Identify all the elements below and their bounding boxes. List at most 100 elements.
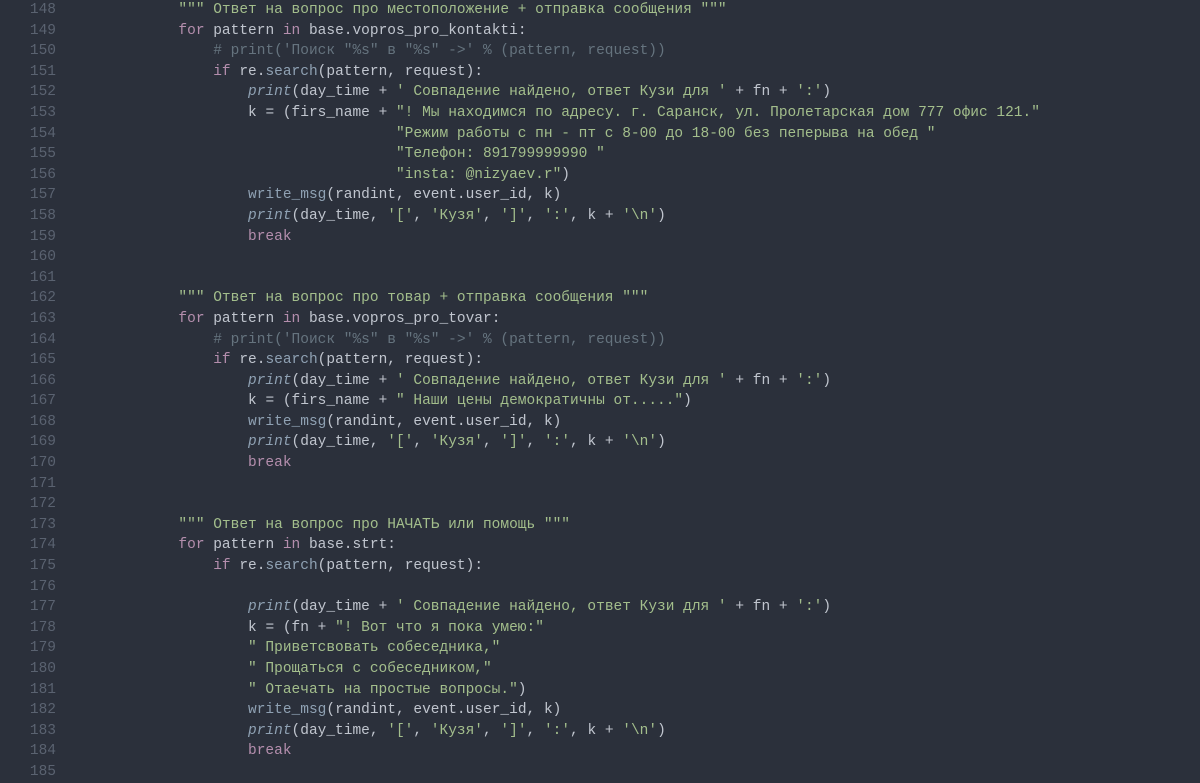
token-pun: ( (326, 187, 335, 203)
code-line[interactable]: k = (firs_name + " Наши цены демократичн… (74, 391, 1200, 412)
token-id: k (248, 393, 257, 409)
token-pun (74, 434, 248, 450)
token-str: 'Кузя' (431, 208, 483, 224)
token-pun: ( (292, 723, 301, 739)
code-line[interactable] (74, 247, 1200, 268)
token-op: + (779, 84, 788, 100)
code-line[interactable] (74, 494, 1200, 515)
token-id: k (587, 434, 596, 450)
token-pun (74, 2, 178, 18)
token-pun: ) (553, 414, 562, 430)
line-number: 169 (0, 432, 56, 453)
code-line[interactable]: " Приветсвовать собеседника," (74, 638, 1200, 659)
code-line[interactable]: for pattern in base.strt: (74, 535, 1200, 556)
code-line[interactable]: if re.search(pattern, request): (74, 62, 1200, 83)
token-pun (387, 84, 396, 100)
token-op: + (779, 373, 788, 389)
code-line[interactable]: for pattern in base.vopros_pro_tovar: (74, 309, 1200, 330)
token-pun (387, 393, 396, 409)
code-editor[interactable]: 1481491501511521531541551561571581591601… (0, 0, 1200, 783)
token-id: request (405, 352, 466, 368)
token-pun: , (527, 723, 544, 739)
code-line[interactable]: break (74, 227, 1200, 248)
token-op: = (265, 620, 274, 636)
token-fn-it: print (248, 599, 292, 615)
code-line[interactable]: if re.search(pattern, request): (74, 556, 1200, 577)
token-com: # print('Поиск "%s" в "%s" ->' % (patter… (213, 332, 665, 348)
code-line[interactable] (74, 474, 1200, 495)
code-line[interactable]: k = (firs_name + "! Мы находимся по адре… (74, 103, 1200, 124)
token-pun: ( (292, 599, 301, 615)
code-line[interactable]: " Прощаться с собеседником," (74, 659, 1200, 680)
token-pun (387, 373, 396, 389)
token-kw: in (283, 23, 300, 39)
code-area[interactable]: """ Ответ на вопрос про местоположение +… (74, 0, 1200, 783)
code-line[interactable] (74, 577, 1200, 598)
code-line[interactable]: if re.search(pattern, request): (74, 350, 1200, 371)
token-id: k (248, 105, 257, 121)
code-line[interactable]: break (74, 741, 1200, 762)
code-line[interactable]: write_msg(randint, event.user_id, k) (74, 185, 1200, 206)
line-number: 161 (0, 268, 56, 289)
code-line[interactable]: print(day_time, '[', 'Кузя', ']', ':', k… (74, 206, 1200, 227)
token-id: base (309, 311, 344, 327)
token-id: fn (753, 599, 770, 615)
token-id: pattern (326, 558, 387, 574)
token-fn: write_msg (248, 187, 326, 203)
code-line[interactable]: break (74, 453, 1200, 474)
code-line[interactable]: write_msg(randint, event.user_id, k) (74, 700, 1200, 721)
token-id: day_time (300, 373, 370, 389)
token-id: request (405, 64, 466, 80)
code-line[interactable] (74, 268, 1200, 289)
token-op: + (605, 208, 614, 224)
token-id: event (413, 187, 457, 203)
line-number: 151 (0, 62, 56, 83)
token-str: ' Совпадение найдено, ответ Кузи для ' (396, 599, 727, 615)
code-line[interactable]: print(day_time + ' Совпадение найдено, о… (74, 82, 1200, 103)
code-line[interactable]: """ Ответ на вопрос про местоположение +… (74, 0, 1200, 21)
token-id: randint (335, 414, 396, 430)
token-pun (387, 105, 396, 121)
code-line[interactable]: "insta: @nizyaev.r") (74, 165, 1200, 186)
token-kw: for (178, 23, 204, 39)
code-line[interactable]: "Телефон: 891799999990 " (74, 144, 1200, 165)
code-line[interactable] (74, 762, 1200, 783)
token-op: + (735, 599, 744, 615)
token-op: = (265, 105, 274, 121)
token-pun: , (396, 187, 413, 203)
token-str: '\n' (622, 434, 657, 450)
code-line[interactable]: """ Ответ на вопрос про товар + отправка… (74, 288, 1200, 309)
code-line[interactable]: for pattern in base.vopros_pro_kontakti: (74, 21, 1200, 42)
code-line[interactable]: print(day_time + ' Совпадение найдено, о… (74, 371, 1200, 392)
line-number: 182 (0, 700, 56, 721)
token-id: randint (335, 702, 396, 718)
token-str: ' Совпадение найдено, ответ Кузи для ' (396, 373, 727, 389)
token-pun (74, 332, 213, 348)
token-pun: ) (561, 167, 570, 183)
token-pun: ) (657, 723, 666, 739)
code-line[interactable]: k = (fn + "! Вот что я пока умею:" (74, 618, 1200, 639)
line-number: 175 (0, 556, 56, 577)
token-str: """ Ответ на вопрос про НАЧАТЬ или помощ… (178, 517, 570, 533)
token-pun: , (387, 64, 404, 80)
token-pun (309, 620, 318, 636)
code-line[interactable]: # print('Поиск "%s" в "%s" ->' % (patter… (74, 41, 1200, 62)
token-str: "! Мы находимся по адресу. г. Саранск, у… (396, 105, 1040, 121)
code-line[interactable]: print(day_time + ' Совпадение найдено, о… (74, 597, 1200, 618)
token-id: randint (335, 187, 396, 203)
code-line[interactable]: """ Ответ на вопрос про НАЧАТЬ или помощ… (74, 515, 1200, 536)
token-str: '[' (387, 434, 413, 450)
code-line[interactable]: " Отаечать на простые вопросы.") (74, 680, 1200, 701)
line-number: 154 (0, 124, 56, 145)
token-op: + (379, 105, 388, 121)
token-pun (74, 682, 248, 698)
code-line[interactable]: write_msg(randint, event.user_id, k) (74, 412, 1200, 433)
token-pun (74, 620, 248, 636)
token-pun (596, 723, 605, 739)
token-op: + (605, 434, 614, 450)
token-id: k (587, 208, 596, 224)
code-line[interactable]: print(day_time, '[', 'Кузя', ']', ':', k… (74, 432, 1200, 453)
code-line[interactable]: "Режим работы с пн - пт с 8-00 до 18-00 … (74, 124, 1200, 145)
code-line[interactable]: print(day_time, '[', 'Кузя', ']', ':', k… (74, 721, 1200, 742)
code-line[interactable]: # print('Поиск "%s" в "%s" ->' % (patter… (74, 330, 1200, 351)
